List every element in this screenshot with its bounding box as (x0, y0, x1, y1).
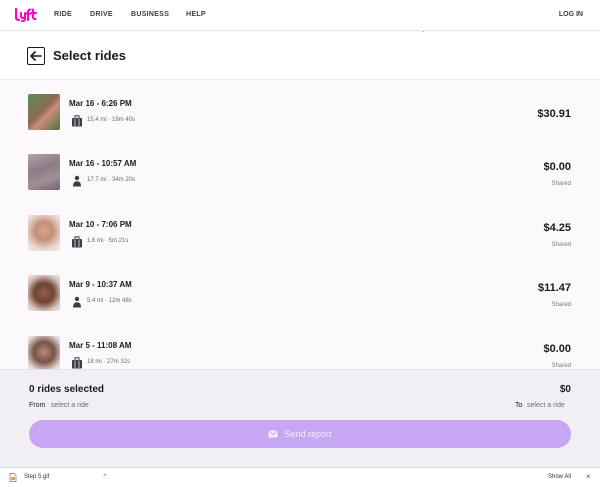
ride-shared-label: Shared (551, 242, 571, 248)
ride-distance-duration: 17.7 mi · 34m 20s (87, 177, 136, 183)
ride-time: Mar 10 - 7:06 PM (69, 220, 132, 229)
ride-row[interactable]: Mar 10 - 7:06 PM 1.6 mi · 5m 21s $4.25 S… (0, 203, 600, 263)
nav-link-ride[interactable]: RIDE (54, 11, 72, 18)
file-icon (9, 473, 17, 482)
page-title: Select rides (53, 48, 126, 63)
ride-distance-duration: 15.4 mi · 19m 40s (87, 117, 136, 123)
ride-price: $11.47 (537, 282, 571, 294)
driver-avatar (28, 154, 60, 190)
login-link[interactable]: LOG IN (559, 11, 583, 18)
ride-distance-duration: 1.6 mi · 5m 21s (87, 238, 129, 244)
ride-row[interactable]: Mar 9 - 10:37 AM 5.4 mi · 12m 48s $11.47… (0, 263, 600, 323)
driver-avatar (28, 215, 60, 251)
send-report-label: Send report (284, 429, 332, 439)
person-icon (73, 175, 81, 187)
show-all-button[interactable]: Show All (548, 474, 571, 480)
luggage-icon (72, 115, 82, 127)
close-icon[interactable]: × (586, 472, 591, 481)
ride-distance-duration: 5.4 mi · 12m 48s (87, 298, 132, 304)
ride-price: $4.25 (543, 222, 571, 234)
ride-shared-label: Shared (551, 181, 571, 187)
selection-summary: 0 rides selected $0 From select a ride T… (0, 369, 600, 467)
person-icon (73, 296, 81, 308)
driver-avatar (28, 94, 60, 130)
top-nav: RIDE DRIVE BUSINESS HELP LOG IN (0, 0, 600, 31)
send-report-button[interactable]: Send report (29, 420, 571, 448)
selected-total: $0 (559, 384, 571, 395)
driver-avatar (28, 336, 60, 369)
nav-link-help[interactable]: HELP (186, 11, 206, 18)
luggage-icon (72, 236, 82, 248)
from-label: From (29, 402, 46, 409)
ride-row[interactable]: Mar 5 - 11:08 AM 18 mi · 27m 32s $0.00 S… (0, 324, 600, 369)
lyft-logo-icon[interactable] (15, 8, 37, 22)
from-value: select a ride (51, 402, 89, 409)
ride-distance-duration: 18 mi · 27m 32s (87, 359, 131, 365)
to-value: select a ride (527, 402, 565, 409)
ride-row[interactable]: Mar 16 - 6:26 PM 15.4 mi · 19m 40s $30.9… (0, 82, 600, 142)
driver-avatar (28, 275, 60, 311)
ride-time: Mar 5 - 11:08 AM (69, 341, 132, 350)
download-file-name[interactable]: Step 5.gif (24, 474, 49, 480)
ride-list: Mar 16 - 6:26 PM 15.4 mi · 19m 40s $30.9… (0, 82, 600, 369)
nav-link-drive[interactable]: DRIVE (90, 11, 113, 18)
back-button[interactable] (27, 47, 45, 65)
ride-time: Mar 16 - 6:26 PM (69, 99, 132, 108)
to-label: To (515, 402, 523, 409)
download-bar: Step 5.gif ⌃ Show All × (0, 467, 600, 487)
ride-price: $0.00 (543, 161, 571, 173)
ride-time: Mar 16 - 10:57 AM (69, 159, 137, 168)
selected-count: 0 rides selected (29, 384, 105, 395)
luggage-icon (72, 357, 82, 369)
ride-time: Mar 9 - 10:37 AM (69, 280, 132, 289)
envelope-icon (268, 430, 278, 438)
page-header: Select rides (0, 32, 600, 80)
ride-row[interactable]: Mar 16 - 10:57 AM 17.7 mi · 34m 20s $0.0… (0, 142, 600, 202)
ride-shared-label: Shared (551, 302, 571, 308)
ride-price: $30.91 (537, 108, 571, 120)
nav-link-business[interactable]: BUSINESS (131, 11, 169, 18)
arrow-left-icon (30, 51, 42, 61)
ride-price: $0.00 (543, 343, 571, 355)
chevron-up-icon[interactable]: ⌃ (102, 473, 108, 481)
